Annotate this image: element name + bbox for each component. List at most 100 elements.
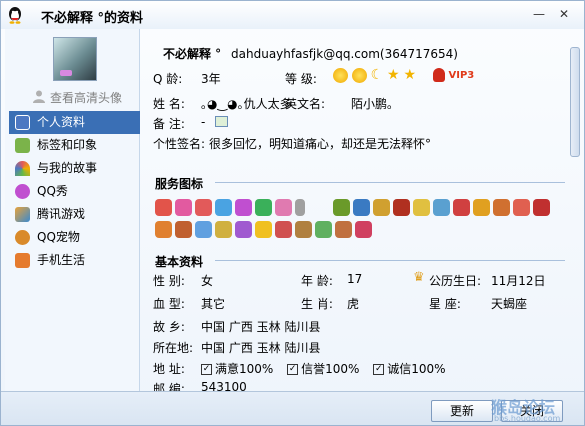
game-service-icon[interactable] xyxy=(393,199,410,216)
refresh-button[interactable]: 更新 xyxy=(431,400,493,422)
view-hd-avatar-link[interactable]: 查看高清头像 xyxy=(50,89,122,106)
edit-remark-icon[interactable] xyxy=(215,116,228,127)
english-name-value: 陌小鹏｡ xyxy=(351,97,394,111)
qage-label: Q 龄: xyxy=(153,72,183,86)
sidebar-item-label: 个人资料 xyxy=(37,115,86,129)
signature-label: 个性签名: xyxy=(153,137,206,151)
age-label: 年 龄: xyxy=(301,274,333,288)
vip-penguin-icon xyxy=(433,68,445,82)
vip-level-text: VIP3 xyxy=(448,70,475,81)
level-label: 等 级: xyxy=(285,72,317,86)
address-label: 地 址: xyxy=(153,362,185,376)
remark-label: 备 注: xyxy=(153,117,185,131)
sidebar-item-profile[interactable]: 个人资料 xyxy=(9,111,140,134)
divider-icon xyxy=(295,199,305,216)
service-icon[interactable] xyxy=(175,221,192,238)
game-service-icon[interactable] xyxy=(493,199,510,216)
sidebar-item-tags[interactable]: 标签和印象 xyxy=(9,134,140,157)
game-service-icon[interactable] xyxy=(473,199,490,216)
sidebar-item-label: 腾讯游戏 xyxy=(37,207,86,221)
service-icon[interactable] xyxy=(275,221,292,238)
pet-icon xyxy=(15,230,30,245)
sidebar-item-label: 标签和印象 xyxy=(37,138,98,152)
service-icon[interactable] xyxy=(355,221,372,238)
heart-service-icon[interactable] xyxy=(175,199,192,216)
star-icon: ★ xyxy=(387,67,400,83)
level-icons: ☾ ★ ★ xyxy=(333,67,416,83)
diamond-service-icon[interactable] xyxy=(275,199,292,216)
english-name-label: 英文名: xyxy=(285,97,326,111)
sidebar-item-pet[interactable]: QQ宠物 xyxy=(9,226,140,249)
game-service-icon[interactable] xyxy=(513,199,530,216)
sidebar-item-qqshow[interactable]: QQ秀 xyxy=(9,180,140,203)
scrollbar-thumb[interactable] xyxy=(570,47,580,157)
constellation-label: 星 座: xyxy=(429,297,461,311)
check-icon: ✓ xyxy=(287,364,299,375)
profile-content: 不必解释 ° dahduayhfasfjk@qq.com(364717654) … xyxy=(141,37,569,391)
watermark-url: bbs.houdao.com xyxy=(494,414,561,423)
crown-icon: ♛ xyxy=(413,270,425,285)
service-icon[interactable] xyxy=(335,221,352,238)
sidebar-item-games[interactable]: 腾讯游戏 xyxy=(9,203,140,226)
game-service-icon[interactable] xyxy=(533,199,550,216)
phone-life-icon xyxy=(15,253,30,268)
service-icon[interactable] xyxy=(215,221,232,238)
location-value: 中国 广西 玉林 陆川县 xyxy=(201,341,321,355)
service-icons-grid xyxy=(155,199,565,241)
profile-window: 不必解释 °的资料 — ✕ 查看高清头像 个人资料 标签和印象 与我的故事 QQ… xyxy=(0,0,585,426)
section-divider xyxy=(215,260,565,261)
game-service-icon[interactable] xyxy=(353,199,370,216)
nickname: 不必解释 ° xyxy=(163,47,222,61)
qage-value: 3年 xyxy=(201,72,221,86)
minimize-button[interactable]: — xyxy=(529,5,549,23)
star-icon: ★ xyxy=(403,67,416,83)
title-bar: 不必解释 °的资料 — ✕ xyxy=(1,1,584,29)
game-service-icon[interactable] xyxy=(373,199,390,216)
game-service-icon[interactable] xyxy=(453,199,470,216)
address-item: 信誉100% xyxy=(301,362,360,376)
check-icon: ✓ xyxy=(201,364,212,375)
remark-value: - xyxy=(201,115,206,129)
hometown-label: 故 乡: xyxy=(153,320,185,334)
header-line: 不必解释 ° dahduayhfasfjk@qq.com(364717654) xyxy=(163,45,458,62)
tag-icon xyxy=(15,138,30,153)
diamond-service-icon[interactable] xyxy=(255,199,272,216)
sidebar-item-mobile[interactable]: 手机生活 xyxy=(9,249,140,272)
close-window-button[interactable]: ✕ xyxy=(554,5,574,23)
diamond-service-icon[interactable] xyxy=(215,199,232,216)
qq-penguin-icon xyxy=(9,7,21,24)
avatar[interactable] xyxy=(53,37,97,81)
sun-icon xyxy=(333,68,348,83)
sidebar-nav: 个人资料 标签和印象 与我的故事 QQ秀 腾讯游戏 QQ宠物 手机生活 xyxy=(9,111,140,272)
check-icon: ✓ xyxy=(373,364,385,375)
basic-info-heading: 基本资料 xyxy=(155,255,204,269)
person-silhouette-icon xyxy=(33,90,45,103)
heart-service-icon[interactable] xyxy=(155,199,172,216)
service-icon[interactable] xyxy=(195,221,212,238)
profile-card-icon xyxy=(15,115,30,130)
email-qq-number: dahduayhfasfjk@qq.com(364717654) xyxy=(231,47,458,61)
sidebar-item-label: 手机生活 xyxy=(37,253,86,267)
service-icon[interactable] xyxy=(235,221,252,238)
vertical-scrollbar[interactable] xyxy=(569,37,581,391)
service-icon[interactable] xyxy=(255,221,272,238)
heart-service-icon[interactable] xyxy=(195,199,212,216)
game-service-icon[interactable] xyxy=(413,199,430,216)
vip-badge[interactable]: VIP3 xyxy=(433,68,474,82)
sun-icon xyxy=(351,68,367,83)
game-service-icon[interactable] xyxy=(333,199,350,216)
sidebar-item-story[interactable]: 与我的故事 xyxy=(9,157,140,180)
zodiac-value: 虎 xyxy=(347,297,360,311)
service-icon[interactable] xyxy=(155,221,172,238)
game-service-icon[interactable] xyxy=(433,199,450,216)
name-label: 姓 名: xyxy=(153,97,185,111)
diamond-service-icon[interactable] xyxy=(235,199,252,216)
gender-label: 性 别: xyxy=(153,274,185,288)
zodiac-label: 生 肖: xyxy=(301,297,333,311)
blood-label: 血 型: xyxy=(153,297,185,311)
sidebar-item-label: 与我的故事 xyxy=(37,161,98,175)
service-icon[interactable] xyxy=(315,221,332,238)
gender-value: 女 xyxy=(201,274,214,288)
service-icon[interactable] xyxy=(295,221,312,238)
blood-value: 其它 xyxy=(201,297,226,311)
